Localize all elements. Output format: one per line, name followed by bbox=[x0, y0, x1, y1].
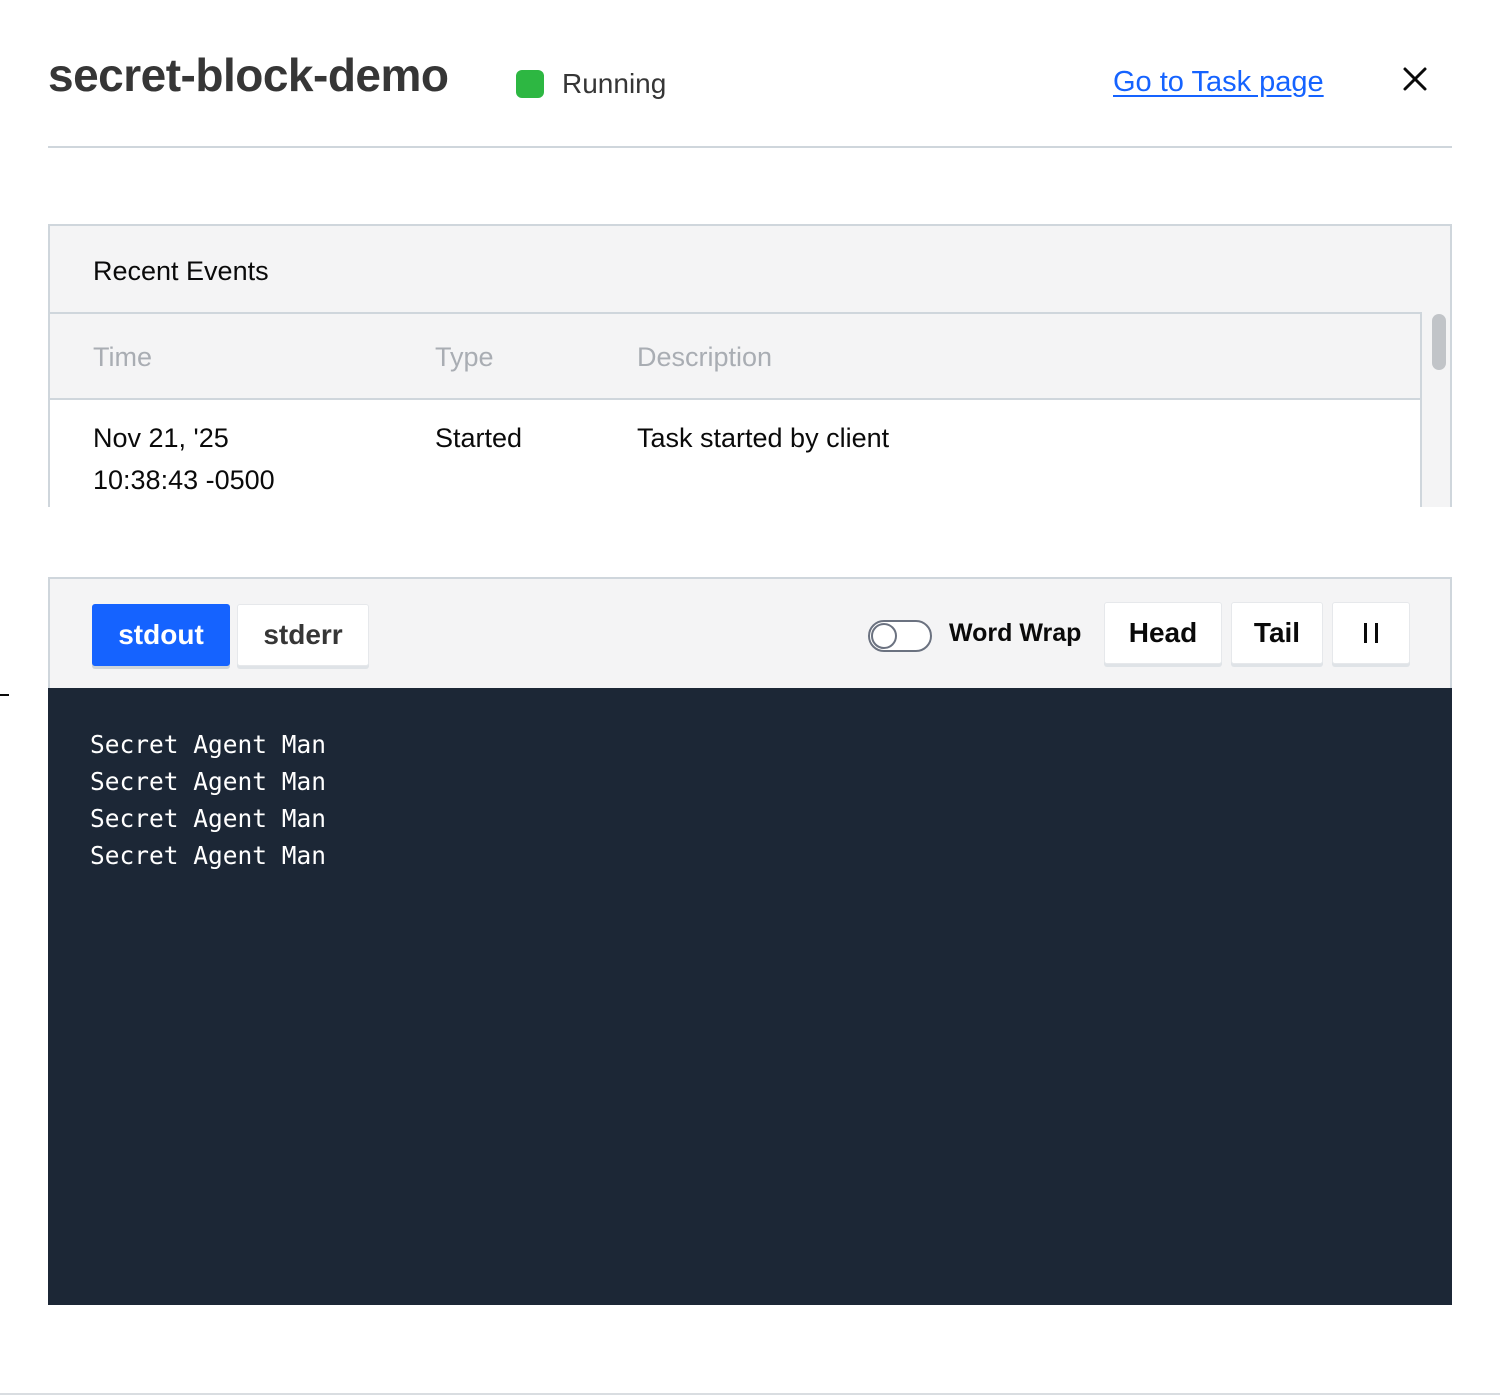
event-description: Task started by client bbox=[637, 423, 890, 453]
log-line: Secret Agent Man bbox=[90, 841, 327, 870]
go-to-task-link[interactable]: Go to Task page bbox=[1113, 66, 1324, 99]
log-line: Secret Agent Man bbox=[90, 730, 327, 759]
event-time-clock: 10:38:43 -0500 bbox=[93, 465, 275, 495]
log-output[interactable]: Secret Agent Man Secret Agent Man Secret… bbox=[48, 688, 1452, 1305]
log-line: Secret Agent Man bbox=[90, 804, 327, 833]
bottom-divider bbox=[0, 1393, 1500, 1395]
panel-header: secret-block-demo Running Go to Task pag… bbox=[48, 40, 1452, 148]
pause-icon bbox=[1364, 623, 1378, 643]
tab-stderr[interactable]: stderr bbox=[237, 604, 369, 666]
task-log-panel: secret-block-demo Running Go to Task pag… bbox=[0, 0, 1500, 1396]
event-type: Started bbox=[435, 423, 523, 453]
head-button[interactable]: Head bbox=[1104, 602, 1222, 664]
status-indicator-icon bbox=[516, 70, 544, 98]
pause-button[interactable] bbox=[1332, 602, 1410, 664]
word-wrap-toggle-knob bbox=[871, 623, 897, 649]
table-row: Nov 21, '25 10:38:43 -0500 Started Task … bbox=[50, 400, 1420, 507]
page-title: secret-block-demo bbox=[48, 49, 449, 101]
log-viewer: stdout stderr Word Wrap Head Tail Secret… bbox=[48, 577, 1452, 1305]
events-table: Time Type Description Nov 21, '25 10:38:… bbox=[50, 312, 1422, 507]
recent-events-panel: Recent Events Time Type Description Nov … bbox=[48, 224, 1452, 507]
tail-button[interactable]: Tail bbox=[1231, 602, 1323, 664]
events-table-header: Time Type Description bbox=[50, 314, 1420, 400]
events-scrollbar[interactable] bbox=[1424, 312, 1450, 507]
column-header-time[interactable]: Time bbox=[93, 342, 152, 373]
recent-events-title: Recent Events bbox=[93, 256, 269, 286]
log-line: Secret Agent Man bbox=[90, 767, 327, 796]
column-header-type[interactable]: Type bbox=[435, 342, 494, 373]
status-label: Running bbox=[562, 68, 667, 99]
close-icon bbox=[1403, 67, 1427, 91]
status-badge: Running bbox=[516, 68, 666, 100]
word-wrap-label: Word Wrap bbox=[949, 619, 1082, 647]
event-time-date: Nov 21, '25 bbox=[93, 423, 229, 453]
word-wrap-toggle[interactable] bbox=[868, 620, 932, 652]
column-header-description[interactable]: Description bbox=[637, 342, 772, 373]
tab-stdout[interactable]: stdout bbox=[92, 604, 230, 666]
page-edge-divider bbox=[0, 694, 9, 696]
close-button[interactable] bbox=[1398, 62, 1432, 96]
events-scrollbar-thumb[interactable] bbox=[1432, 314, 1446, 370]
log-toolbar: stdout stderr Word Wrap Head Tail bbox=[48, 577, 1452, 689]
